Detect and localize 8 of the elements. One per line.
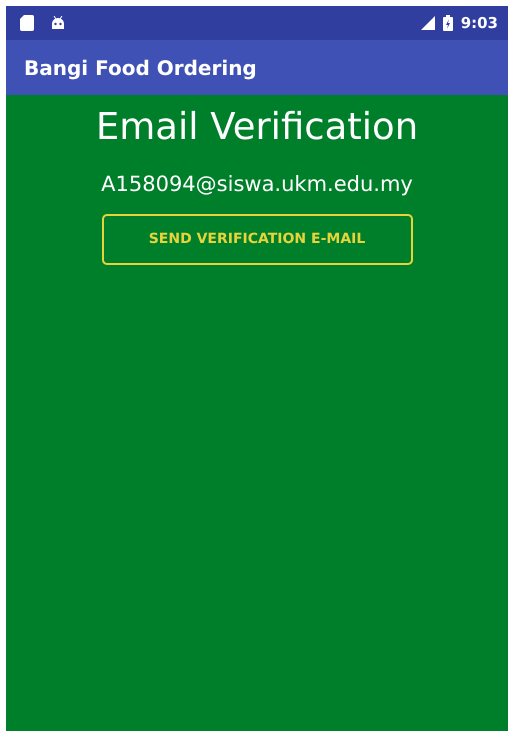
app-title: Bangi Food Ordering [24, 54, 257, 82]
android-icon [50, 16, 66, 30]
battery-icon [442, 15, 453, 31]
screen-heading: Email Verification [96, 104, 418, 150]
send-verification-button[interactable]: SEND VERIFICATION E-MAIL [102, 214, 412, 265]
email-address: A158094@siswa.ukm.edu.my [101, 170, 413, 198]
clock: 9:03 [460, 12, 498, 34]
sd-card-icon [20, 15, 34, 31]
